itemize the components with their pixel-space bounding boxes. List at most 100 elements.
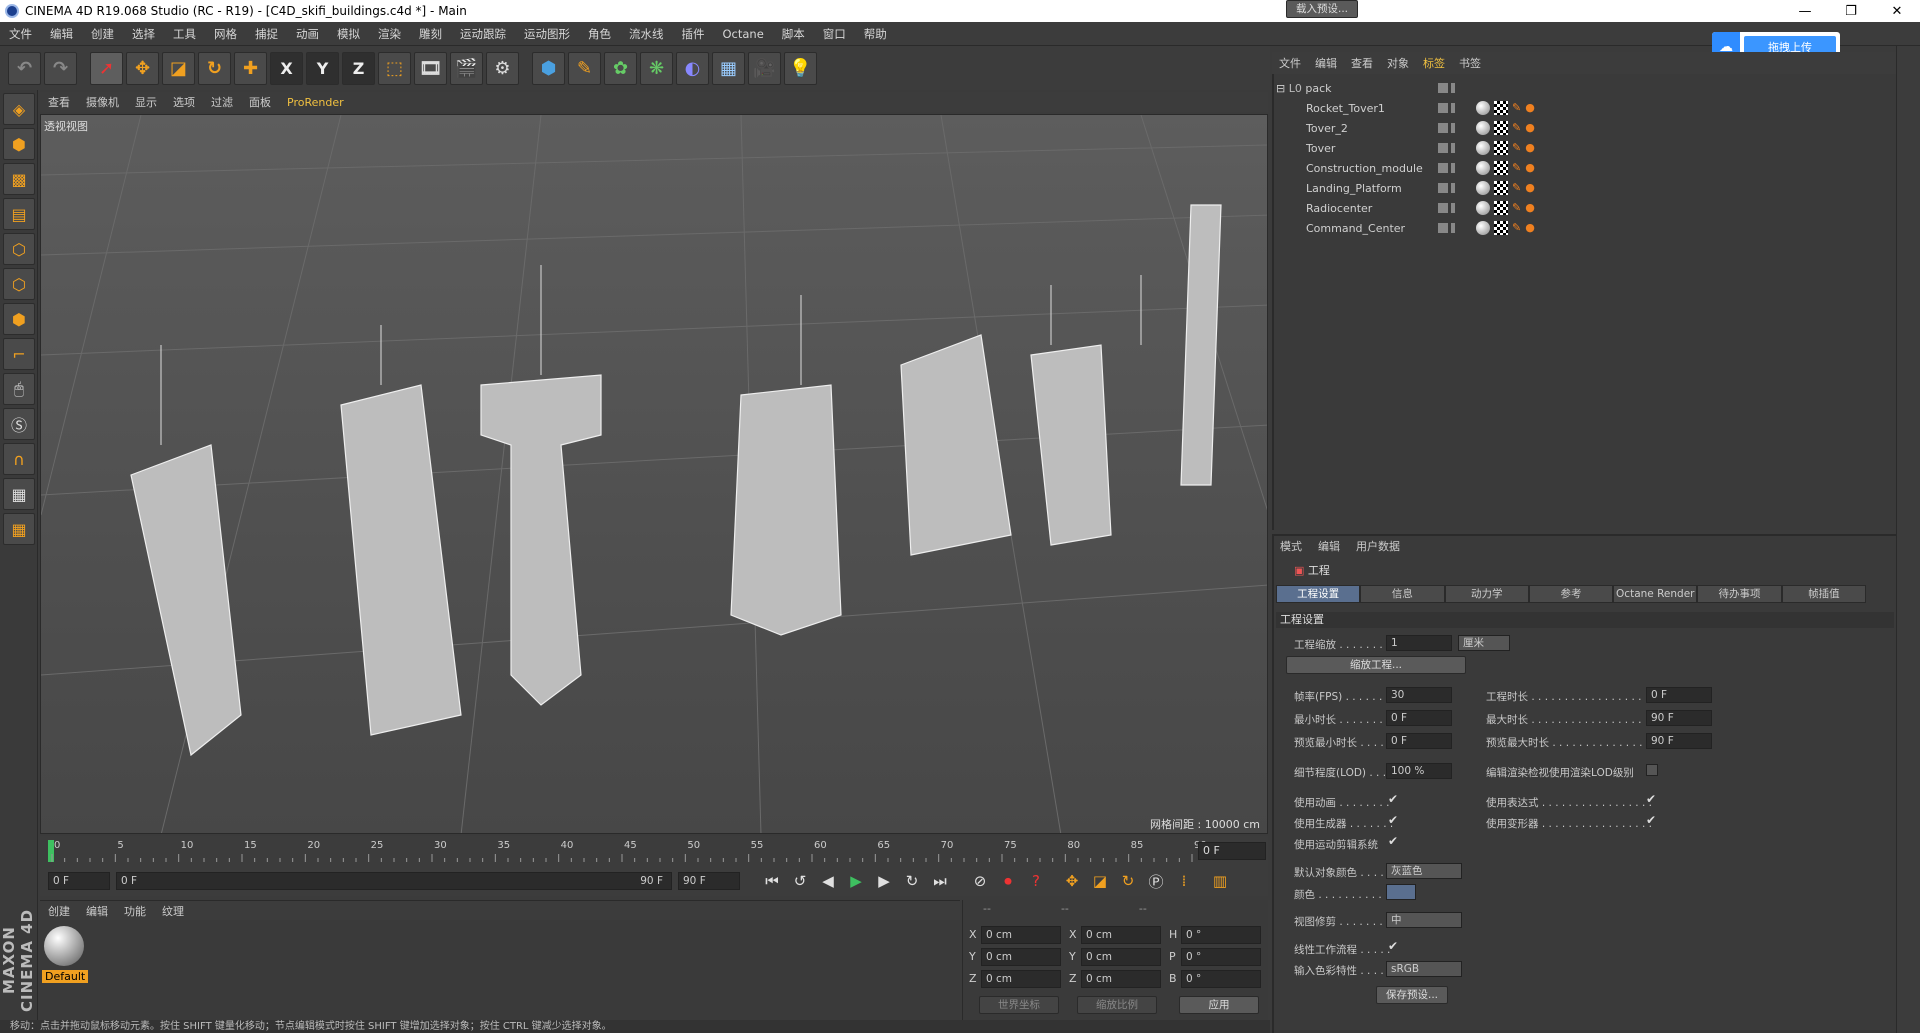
obj-menu-bookmarks[interactable]: 书签: [1452, 55, 1488, 71]
key-scale-icon[interactable]: ◪: [1088, 869, 1112, 893]
axis-mode-icon[interactable]: ⌐: [3, 338, 35, 370]
axis-z-button[interactable]: Z: [342, 51, 375, 85]
key-rotation-icon[interactable]: ↻: [1116, 869, 1140, 893]
apply-button[interactable]: 应用: [1179, 996, 1259, 1014]
vp-menu-options[interactable]: 选项: [165, 94, 203, 110]
size-x-field[interactable]: 0 cm: [1081, 926, 1161, 944]
rot-b-field[interactable]: 0 °: [1181, 970, 1261, 988]
duration-field[interactable]: 0 F: [1646, 687, 1712, 703]
object-tags[interactable]: ✎ ●: [1476, 101, 1535, 115]
auto-key-icon[interactable]: ⏺: [996, 869, 1020, 893]
use-expressions-checkbox[interactable]: ✔: [1646, 792, 1656, 806]
frame-range-slider[interactable]: 0 F 90 F: [116, 872, 672, 890]
record-keys-icon[interactable]: ⊘: [968, 869, 992, 893]
preview-min-field[interactable]: 0 F: [1386, 733, 1452, 749]
rotate-icon[interactable]: ↻: [198, 51, 231, 85]
object-tags[interactable]: ✎ ●: [1476, 161, 1535, 175]
color-profile-dropdown[interactable]: sRGB: [1386, 961, 1462, 977]
color-swatch[interactable]: [1386, 884, 1416, 900]
mat-menu-function[interactable]: 功能: [116, 903, 154, 919]
object-flags[interactable]: [1438, 163, 1468, 173]
object-row-tover-2[interactable]: Tover_2 ✎ ●: [1276, 118, 1894, 138]
pos-y-field[interactable]: 0 cm: [981, 948, 1061, 966]
size-y-field[interactable]: 0 cm: [1081, 948, 1161, 966]
light-icon[interactable]: 💡: [784, 51, 817, 85]
lod-field[interactable]: 100 %: [1386, 763, 1452, 779]
fps-field[interactable]: 30: [1386, 687, 1452, 703]
menu-plugins[interactable]: 插件: [673, 26, 714, 42]
object-flags[interactable]: [1438, 203, 1468, 213]
menu-mograph[interactable]: 运动图形: [515, 26, 579, 42]
object-flags[interactable]: [1438, 103, 1468, 113]
axis-y-button[interactable]: Y: [306, 51, 339, 85]
use-generators-checkbox[interactable]: ✔: [1388, 813, 1398, 827]
start-frame-field[interactable]: 0 F: [48, 872, 110, 890]
render-picture-icon[interactable]: 🎬: [450, 51, 483, 85]
attr-menu-userdata[interactable]: 用户数据: [1348, 538, 1408, 554]
obj-menu-objects[interactable]: 对象: [1380, 55, 1416, 71]
linear-workflow-checkbox[interactable]: ✔: [1388, 939, 1398, 953]
object-flags[interactable]: [1438, 143, 1468, 153]
save-preset-button[interactable]: 保存预设...: [1376, 986, 1448, 1004]
polygons-mode-icon[interactable]: ⬢: [3, 303, 35, 335]
play-icon[interactable]: ▶: [844, 869, 868, 893]
points-mode-icon[interactable]: ⬡: [3, 233, 35, 265]
next-key-icon[interactable]: ↻: [900, 869, 924, 893]
menu-help[interactable]: 帮助: [855, 26, 896, 42]
obj-menu-tags[interactable]: 标签: [1416, 55, 1452, 71]
menu-octane[interactable]: Octane: [714, 27, 773, 41]
workplane-icon[interactable]: ▤: [3, 198, 35, 230]
object-flags[interactable]: [1438, 83, 1468, 93]
default-material-preview[interactable]: [44, 926, 84, 966]
menu-snap[interactable]: 捕捉: [246, 26, 287, 42]
timeline-window-icon[interactable]: ▥: [1208, 869, 1232, 893]
material-area[interactable]: Default: [40, 920, 960, 1020]
texture-mode-icon[interactable]: ▩: [3, 163, 35, 195]
render-settings-icon[interactable]: ⚙: [486, 51, 519, 85]
coord-system-icon[interactable]: ⬚: [378, 51, 411, 85]
restore-button[interactable]: ❐: [1828, 0, 1874, 22]
pos-z-field[interactable]: 0 cm: [981, 970, 1061, 988]
obj-menu-file[interactable]: 文件: [1272, 55, 1308, 71]
unit-dropdown[interactable]: 厘米: [1458, 635, 1510, 651]
size-z-field[interactable]: 0 cm: [1081, 970, 1161, 988]
close-button[interactable]: ✕: [1874, 0, 1920, 22]
menu-mesh[interactable]: 网格: [205, 26, 246, 42]
object-row-landing-platform[interactable]: Landing_Platform ✎ ●: [1276, 178, 1894, 198]
snap-icon[interactable]: Ⓢ: [3, 408, 35, 440]
menu-tools[interactable]: 工具: [164, 26, 205, 42]
subdivision-icon[interactable]: ✿: [604, 51, 637, 85]
menu-create[interactable]: 创建: [82, 26, 123, 42]
attr-menu-mode[interactable]: 模式: [1272, 538, 1310, 554]
undo-icon[interactable]: ↶: [8, 51, 41, 85]
pos-x-field[interactable]: 0 cm: [981, 926, 1061, 944]
add-icon[interactable]: ✚: [234, 51, 267, 85]
object-tags[interactable]: ✎ ●: [1476, 221, 1535, 235]
menu-file[interactable]: 文件: [0, 26, 41, 42]
vp-menu-camera[interactable]: 摄像机: [78, 94, 127, 110]
end-frame-field[interactable]: 90 F: [678, 872, 740, 890]
grid-snap-icon[interactable]: ▦: [3, 513, 35, 545]
object-row-rocket-tover1[interactable]: Rocket_Tover1 ✎ ●: [1276, 98, 1894, 118]
rot-h-field[interactable]: 0 °: [1181, 926, 1261, 944]
tab-interpolation[interactable]: 帧插值: [1781, 585, 1866, 603]
perspective-viewport[interactable]: [40, 114, 1268, 834]
menu-select[interactable]: 选择: [123, 26, 164, 42]
tab-info[interactable]: 信息: [1360, 585, 1445, 603]
render-view-icon[interactable]: 🎞: [414, 51, 447, 85]
menu-render[interactable]: 渲染: [369, 26, 410, 42]
menu-simulate[interactable]: 模拟: [328, 26, 369, 42]
select-arrow-icon[interactable]: ➚: [90, 51, 123, 85]
mat-menu-texture[interactable]: 纹理: [154, 903, 192, 919]
object-tags[interactable]: ✎ ●: [1476, 141, 1535, 155]
key-pla-icon[interactable]: ⁞: [1172, 869, 1196, 893]
next-frame-icon[interactable]: ▶: [872, 869, 896, 893]
scale-mode-dropdown[interactable]: 缩放比例: [1077, 996, 1157, 1014]
object-row-tover[interactable]: Tover ✎ ●: [1276, 138, 1894, 158]
vp-menu-display[interactable]: 显示: [127, 94, 165, 110]
object-row-construction-module[interactable]: Construction_module ✎ ●: [1276, 158, 1894, 178]
object-row-radiocenter[interactable]: Radiocenter ✎ ●: [1276, 198, 1894, 218]
move-icon[interactable]: ✥: [126, 51, 159, 85]
current-frame-field[interactable]: 0 F: [1198, 842, 1266, 860]
redo-icon[interactable]: ↷: [44, 51, 77, 85]
